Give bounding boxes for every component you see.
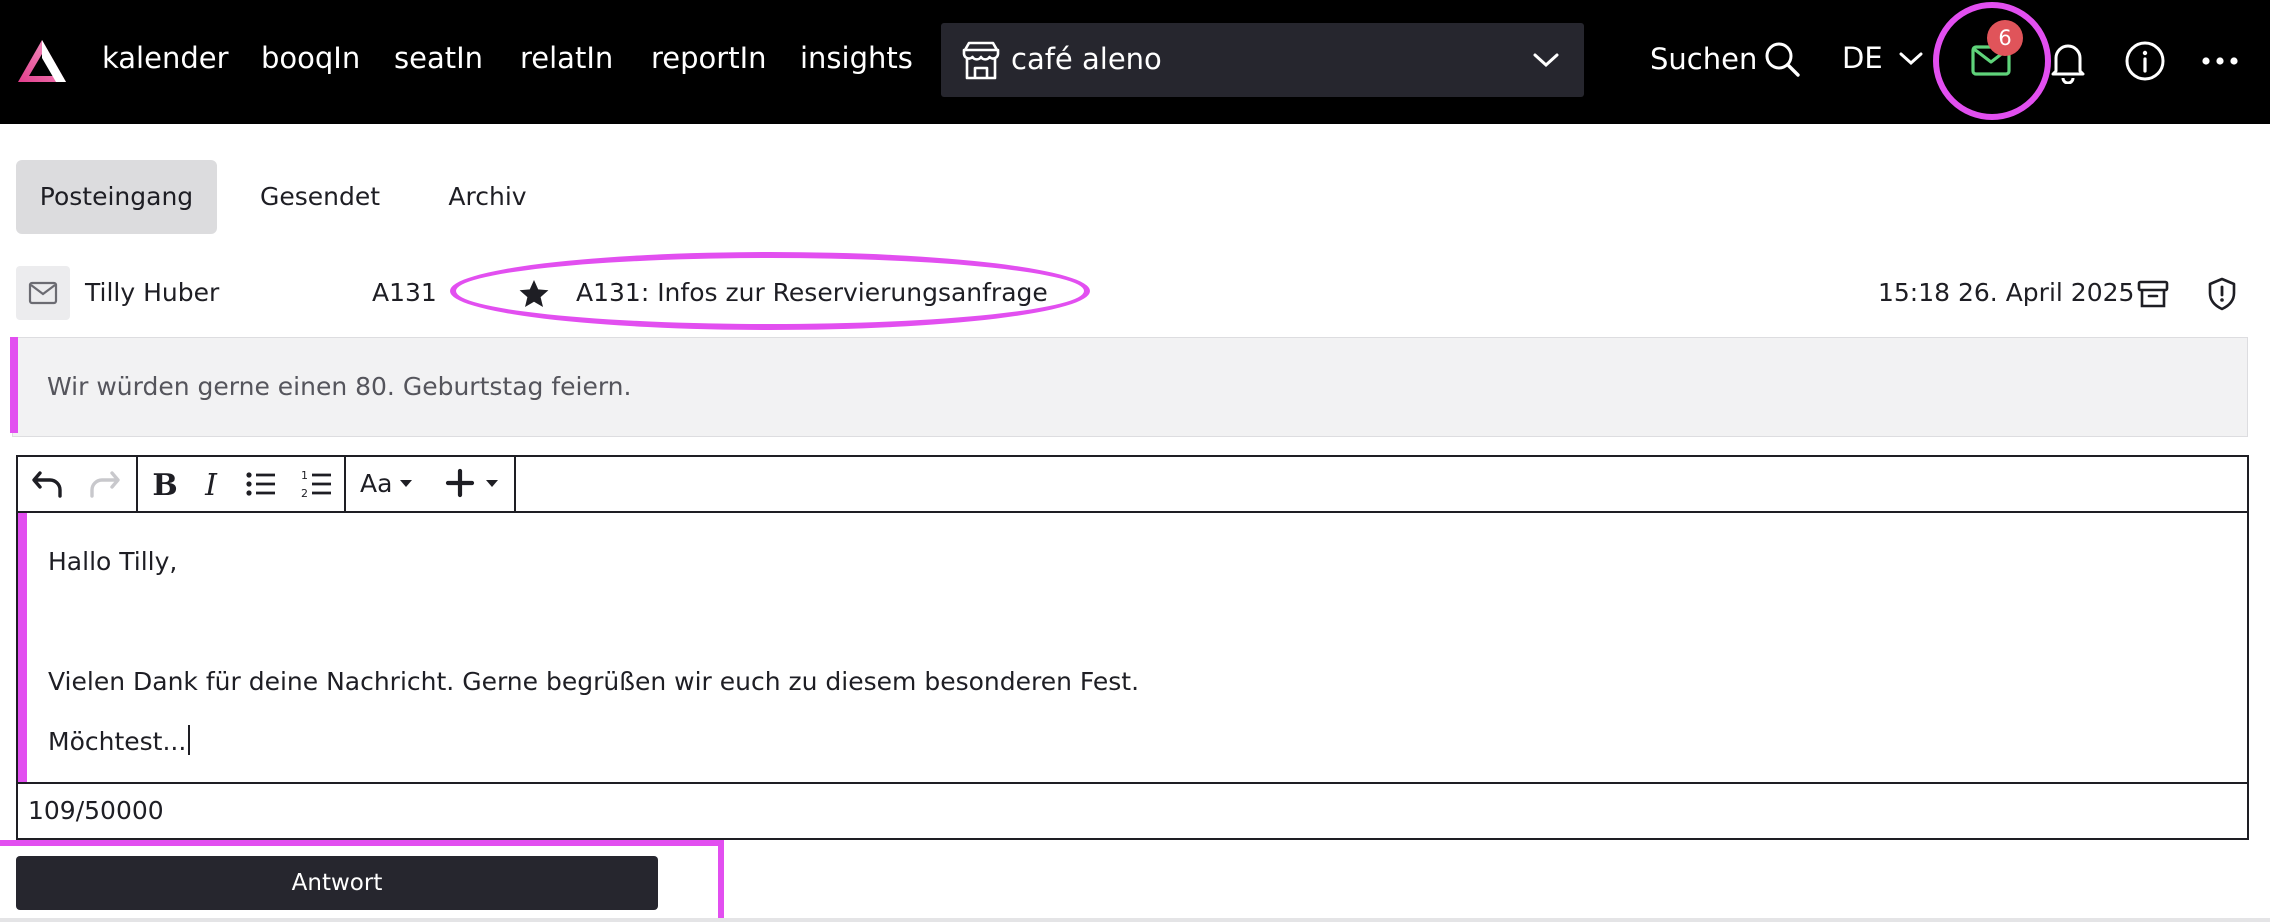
shield-icon[interactable]: [2206, 276, 2238, 312]
svg-text:I: I: [204, 468, 218, 503]
italic-icon[interactable]: I: [196, 465, 226, 503]
numbered-list-icon[interactable]: 1 2: [300, 465, 334, 503]
nav-item-relatin[interactable]: relatIn: [520, 38, 613, 78]
text-cursor: [188, 725, 191, 755]
quoted-message-text: Wir würden gerne einen 80. Geburtstag fe…: [47, 372, 632, 401]
svg-text:2: 2: [301, 487, 308, 500]
message-subject: A131: Infos zur Reservierungsanfrage: [576, 278, 1048, 307]
caret-down-icon: [486, 480, 498, 487]
language-selector[interactable]: DE: [1842, 38, 1923, 78]
bell-icon[interactable]: [2046, 38, 2090, 84]
chevron-down-icon: [1899, 52, 1923, 66]
bold-icon[interactable]: B: [148, 465, 182, 503]
editor-line-body: Vielen Dank für deine Nachricht. Gerne b…: [48, 667, 1140, 696]
aleno-logo-icon[interactable]: [16, 38, 68, 84]
toolbar-divider: [514, 457, 516, 511]
message-type-indicator: [16, 266, 70, 320]
tab-posteingang[interactable]: Posteingang: [16, 160, 217, 234]
nav-item-seatin[interactable]: seatIn: [394, 38, 483, 78]
nav-item-insights[interactable]: insights: [800, 38, 913, 78]
unread-count-badge: 6: [1987, 20, 2023, 56]
svg-text:1: 1: [301, 469, 308, 482]
search-icon: [1765, 42, 1800, 77]
venue-selector[interactable]: café aleno: [941, 23, 1584, 97]
store-icon: [962, 41, 1000, 80]
highlight-bar: [18, 513, 27, 782]
chevron-down-icon: [1533, 53, 1559, 68]
language-label: DE: [1842, 41, 1883, 75]
reply-editor: B I 1 2 Aa Hallo Tilly, Vielen Dank für …: [16, 455, 2249, 840]
quoted-message: Wir würden gerne einen 80. Geburtstag fe…: [12, 337, 2248, 437]
archive-icon[interactable]: [2136, 278, 2170, 310]
editor-toolbar: B I 1 2 Aa: [18, 457, 2247, 513]
redo-icon[interactable]: [86, 465, 122, 503]
tab-gesendet[interactable]: Gesendet: [244, 160, 396, 234]
editor-text-area[interactable]: Hallo Tilly, Vielen Dank für deine Nachr…: [18, 513, 2247, 782]
reservation-code: A131: [372, 278, 437, 307]
plus-icon[interactable]: [444, 465, 476, 503]
search-label: Suchen: [1650, 42, 1758, 76]
editor-line-greeting: Hallo Tilly,: [48, 547, 178, 576]
font-size-dropdown[interactable]: Aa: [360, 469, 392, 499]
envelope-icon: [28, 281, 58, 305]
editor-line-current: Möchtest...: [48, 725, 191, 759]
star-icon[interactable]: [518, 278, 550, 310]
character-counter: 109/50000: [28, 796, 164, 825]
editor-line-current-text: Möchtest...: [48, 727, 187, 756]
toolbar-divider: [344, 457, 346, 511]
highlight-bar: [10, 337, 18, 433]
sender-name: Tilly Huber: [85, 278, 220, 307]
tab-archiv[interactable]: Archiv: [430, 160, 545, 234]
more-options-icon[interactable]: [2200, 46, 2240, 76]
page-bottom-divider: [0, 918, 2270, 922]
message-timestamp: 15:18 26. April 2025: [1878, 278, 2135, 307]
venue-name: café aleno: [1011, 42, 1162, 76]
toolbar-divider: [136, 457, 138, 511]
reply-button[interactable]: Antwort: [16, 856, 658, 910]
svg-text:B: B: [152, 468, 177, 503]
undo-icon[interactable]: [30, 465, 66, 503]
character-counter-row: 109/50000: [18, 782, 2247, 838]
info-icon[interactable]: [2123, 39, 2167, 83]
nav-item-booqin[interactable]: booqIn: [261, 38, 360, 78]
bullet-list-icon[interactable]: [244, 465, 278, 503]
top-navigation-bar: kalender booqIn seatIn relatIn reportIn …: [0, 0, 2270, 124]
nav-item-reportin[interactable]: reportIn: [651, 38, 767, 78]
caret-down-icon: [400, 480, 412, 487]
nav-item-kalender[interactable]: kalender: [102, 38, 229, 78]
